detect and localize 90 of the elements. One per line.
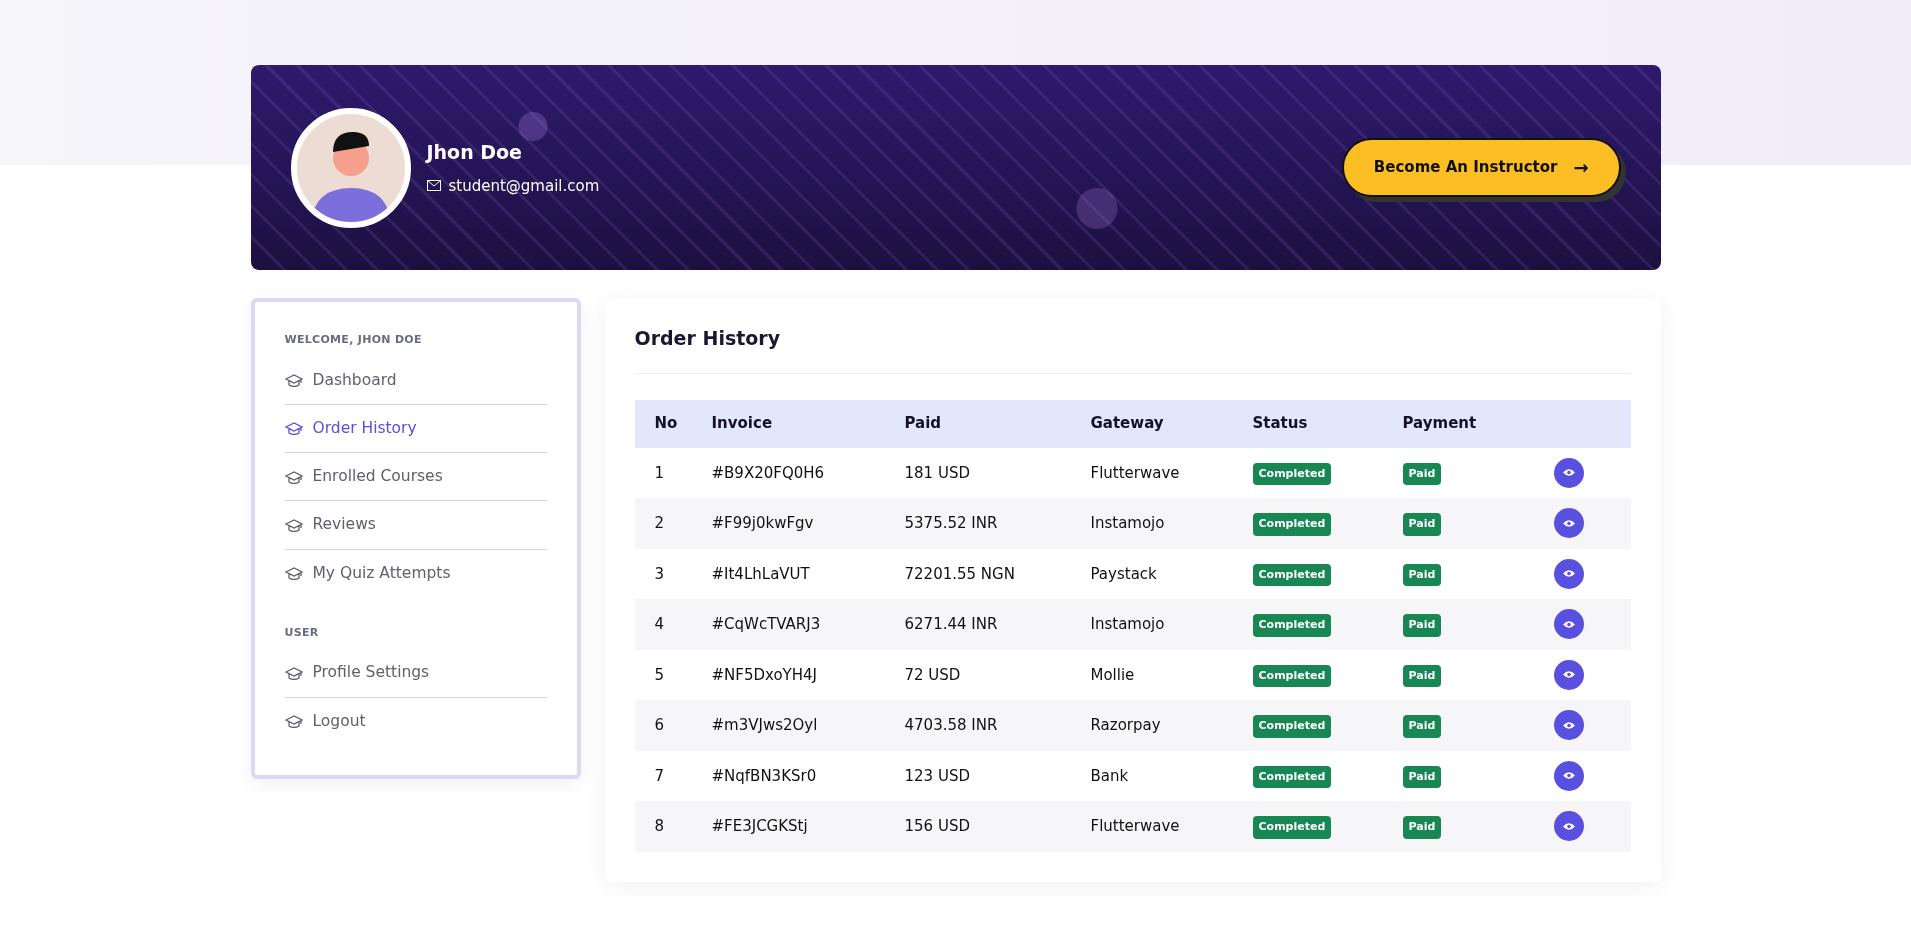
table-cell: Paystack <box>1090 564 1157 583</box>
table-cell: 5375.52 INR <box>904 514 998 532</box>
view-button[interactable] <box>1553 811 1584 842</box>
sidebar-item[interactable]: Dashboard <box>284 356 547 405</box>
sidebar-item[interactable]: Profile Settings <box>284 649 547 698</box>
table-cell: 6 <box>654 716 665 734</box>
section-heading: WELCOME, JHON DOE <box>284 332 423 348</box>
table-cell: #m3VJws2Oyl <box>711 716 818 734</box>
table-cell: 156 USD <box>904 817 970 835</box>
payment-badge: Paid <box>1402 715 1442 738</box>
table-cell: #NqfBN3KSr0 <box>711 766 817 785</box>
mail-icon <box>426 180 441 192</box>
table-cell: Flutterwave <box>1090 817 1180 835</box>
graduation-cap-icon <box>284 665 303 680</box>
table-cell: 72201.55 NGN <box>904 564 1015 583</box>
status-badge: Completed <box>1252 765 1332 788</box>
eye-icon <box>1561 518 1576 528</box>
table-cell: 6271.44 INR <box>904 615 998 633</box>
payment-badge: Paid <box>1402 664 1442 687</box>
table-cell: 123 USD <box>904 766 970 785</box>
table-cell: 72 USD <box>904 665 961 684</box>
graduation-cap-icon <box>284 517 303 532</box>
eye-icon <box>1561 569 1576 579</box>
table-cell: 1 <box>654 463 665 482</box>
column-header: Paid <box>903 399 1090 448</box>
status-badge: Completed <box>1252 462 1332 485</box>
status-badge: Completed <box>1252 715 1332 738</box>
payment-badge: Paid <box>1402 462 1442 485</box>
status-badge: Completed <box>1252 816 1332 839</box>
graduation-cap-icon <box>284 373 303 388</box>
table-cell: #It4LhLaVUT <box>711 564 810 583</box>
eye-icon <box>1561 619 1576 629</box>
column-header: No <box>634 399 711 448</box>
card-title: Order History <box>634 324 1631 374</box>
table-cell: 8 <box>654 817 665 835</box>
table-cell: 4703.58 INR <box>904 716 998 734</box>
table-cell: 3 <box>654 564 665 583</box>
sidebar-item[interactable]: Enrolled Courses <box>284 453 547 502</box>
eye-icon <box>1561 468 1576 478</box>
payment-badge: Paid <box>1402 563 1442 586</box>
column-header: Gateway <box>1089 399 1252 448</box>
view-button[interactable] <box>1553 659 1584 690</box>
sidebar-item[interactable]: Order History <box>284 404 547 453</box>
table-cell: #B9X20FQ0H6 <box>711 463 825 482</box>
status-badge: Completed <box>1252 513 1332 536</box>
table-cell: Bank <box>1090 766 1129 785</box>
eye-icon <box>1561 670 1576 680</box>
table-cell: 4 <box>654 615 665 633</box>
graduation-cap-icon <box>284 421 303 436</box>
graduation-cap-icon <box>284 566 303 581</box>
payment-badge: Paid <box>1402 816 1442 839</box>
table-cell: Instamojo <box>1090 615 1165 633</box>
view-button[interactable] <box>1553 508 1584 539</box>
user-email: student@gmail.com <box>448 175 600 197</box>
table-cell: #CqWcTVARJ3 <box>711 615 821 633</box>
eye-icon <box>1561 821 1576 831</box>
user-name: Jhon Doe <box>426 140 523 165</box>
status-badge: Completed <box>1252 664 1332 687</box>
table-cell: #F99j0kwFgv <box>711 514 814 532</box>
table-cell: 2 <box>654 514 665 532</box>
column-header: Status <box>1251 399 1402 448</box>
table-cell: 181 USD <box>904 463 970 482</box>
table-cell: Flutterwave <box>1090 463 1180 482</box>
table-cell: 5 <box>654 665 665 684</box>
table-cell: Razorpay <box>1090 716 1161 734</box>
table-cell: #NF5DxoYH4J <box>711 665 817 684</box>
sidebar-item[interactable]: My Quiz Attempts <box>284 549 547 597</box>
payment-badge: Paid <box>1402 513 1442 536</box>
sidebar-item[interactable]: Reviews <box>284 501 547 550</box>
table-cell: 7 <box>654 766 665 785</box>
status-badge: Completed <box>1252 563 1332 586</box>
view-button[interactable] <box>1553 710 1584 741</box>
column-header: Invoice <box>710 399 904 448</box>
graduation-cap-icon <box>284 469 303 484</box>
payment-badge: Paid <box>1402 765 1442 788</box>
sidebar-item[interactable]: Logout <box>284 697 547 745</box>
table-cell: Mollie <box>1090 665 1135 684</box>
view-button[interactable] <box>1553 457 1584 488</box>
table-cell: #FE3JCGKStj <box>711 817 808 835</box>
graduation-cap-icon <box>284 714 303 729</box>
eye-icon <box>1561 771 1576 781</box>
view-button[interactable] <box>1553 760 1584 791</box>
section-heading: USER <box>284 624 320 641</box>
payment-badge: Paid <box>1402 614 1442 637</box>
column-header: Payment <box>1401 399 1553 448</box>
table-cell: Instamojo <box>1090 514 1165 532</box>
status-badge: Completed <box>1252 614 1332 637</box>
view-button[interactable] <box>1553 609 1584 640</box>
view-button[interactable] <box>1553 558 1584 589</box>
eye-icon <box>1561 720 1576 730</box>
